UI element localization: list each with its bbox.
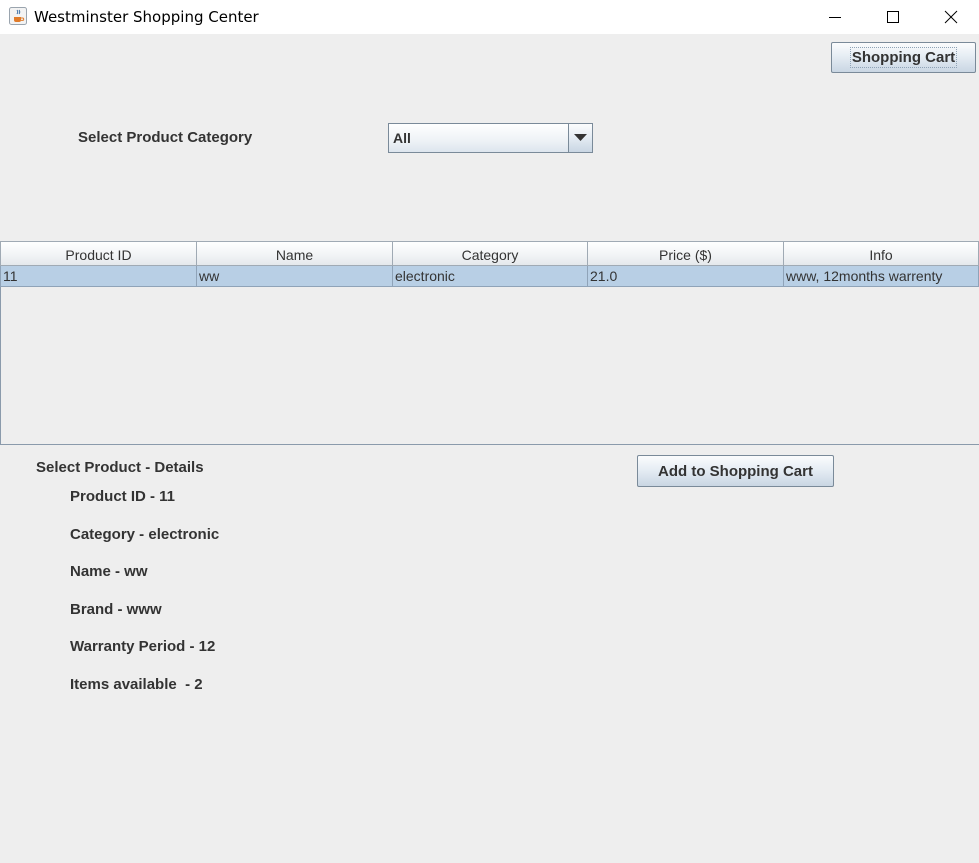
- table-body: 11 ww electronic 21.0 www, 12months warr…: [0, 266, 979, 287]
- detail-brand: Brand - www: [70, 601, 162, 618]
- table-cell-product-id: 11: [0, 266, 197, 287]
- detail-category: Category - electronic: [70, 526, 220, 543]
- minimize-button[interactable]: [806, 0, 864, 34]
- column-header-product-id[interactable]: Product ID: [0, 241, 197, 266]
- maximize-button[interactable]: [864, 0, 922, 34]
- chevron-down-icon: [574, 134, 587, 141]
- detail-items-available: Items available - 2: [70, 676, 203, 693]
- column-header-info[interactable]: Info: [784, 241, 979, 266]
- maximize-icon: [887, 11, 899, 23]
- add-to-cart-button[interactable]: Add to Shopping Cart: [637, 455, 834, 487]
- table-cell-info: www, 12months warrenty: [784, 266, 979, 287]
- table-cell-price: 21.0: [588, 266, 784, 287]
- category-dropdown[interactable]: All: [388, 123, 593, 153]
- table-cell-category: electronic: [393, 266, 588, 287]
- column-header-name[interactable]: Name: [197, 241, 393, 266]
- minimize-icon: [829, 17, 841, 18]
- close-icon: [944, 10, 958, 24]
- detail-product-id: Product ID - 11: [70, 488, 176, 505]
- category-selected-value: All: [393, 130, 411, 146]
- window-title: Westminster Shopping Center: [34, 8, 259, 26]
- title-bar[interactable]: Westminster Shopping Center: [0, 0, 979, 34]
- shopping-cart-button[interactable]: Shopping Cart: [831, 42, 976, 73]
- table-row[interactable]: 11 ww electronic 21.0 www, 12months warr…: [0, 266, 979, 287]
- detail-warranty: Warranty Period - 12: [70, 638, 216, 655]
- column-header-price[interactable]: Price ($): [588, 241, 784, 266]
- category-label: Select Product Category: [78, 129, 253, 146]
- detail-name: Name - ww: [70, 563, 148, 580]
- dropdown-arrow-button[interactable]: [568, 124, 592, 152]
- shopping-cart-label: Shopping Cart: [849, 47, 958, 68]
- table-cell-name: ww: [197, 266, 393, 287]
- product-table[interactable]: Product ID Name Category Price ($) Info …: [0, 241, 979, 445]
- table-header: Product ID Name Category Price ($) Info: [0, 241, 979, 266]
- details-heading: Select Product - Details: [36, 459, 204, 476]
- java-cup-icon: [9, 7, 27, 25]
- column-header-category[interactable]: Category: [393, 241, 588, 266]
- close-button[interactable]: [922, 0, 979, 34]
